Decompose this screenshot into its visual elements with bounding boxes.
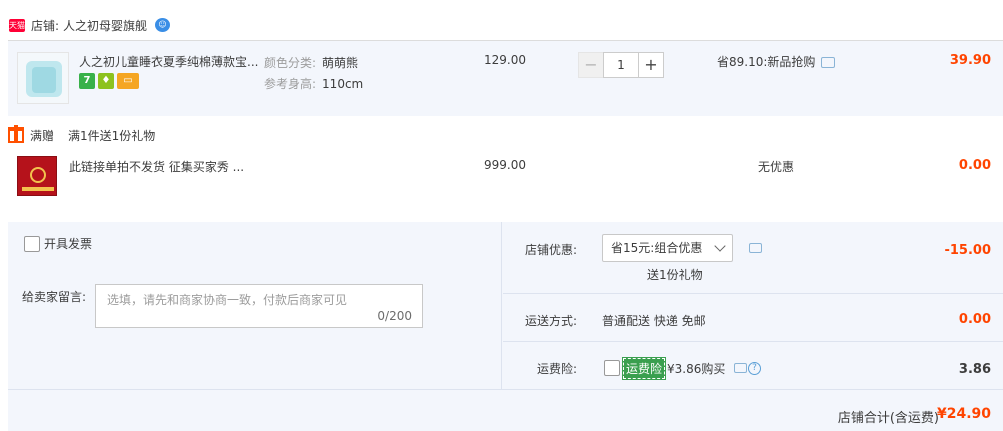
- shop-total-row: 店铺合计(含运费) ¥24.90: [8, 389, 1003, 431]
- item-promo: 省89.10:新品抢购: [717, 53, 836, 70]
- chevron-down-icon: [714, 240, 726, 252]
- shipping-label: 运送方式:: [524, 314, 577, 328]
- shop-name-link[interactable]: 人之初母婴旗舰: [63, 17, 147, 34]
- gift-promo-bar: 满赠 满1件送1份礼物: [8, 125, 155, 145]
- insurance-checkbox[interactable]: [604, 360, 620, 376]
- seller-message-textarea[interactable]: 选填，请先和商家协商一致，付款后商家可见 0/200: [95, 284, 423, 328]
- help-icon[interactable]: ?: [748, 362, 761, 375]
- invoice-checkbox[interactable]: [24, 235, 40, 252]
- shop-label: 店铺:: [31, 18, 60, 33]
- chat-seller-icon[interactable]: ☺: [155, 18, 171, 32]
- tmall-icon: 天猫: [9, 18, 25, 32]
- product-thumbnail[interactable]: [17, 52, 69, 104]
- insurance-value: 3.86: [958, 362, 991, 377]
- item-subtotal: 39.90: [949, 53, 991, 68]
- decrease-quantity-button[interactable]: −: [578, 52, 604, 78]
- seven-day-return-icon[interactable]: 7: [79, 73, 95, 89]
- sku-color-value: 萌萌熊: [322, 56, 359, 70]
- insurance-price: ¥3.86购买: [667, 362, 726, 376]
- promo-detail-icon[interactable]: [821, 57, 836, 68]
- insurance-label: 运费险:: [536, 362, 577, 376]
- item-promo: 无优惠: [758, 160, 795, 174]
- sku-color-label: 颜色分类:: [264, 56, 317, 70]
- sku-height-value: 110cm: [322, 77, 364, 91]
- invoice-option[interactable]: 开具发票: [24, 235, 92, 252]
- message-char-count: 0/200: [377, 309, 412, 323]
- gift-desc: 满1件送1份礼物: [68, 128, 156, 143]
- service-icons: 7 ♦ ▭: [79, 73, 139, 89]
- cart-item-row: 此链接单拍不发货 征集买家秀 ... 999.00 无优惠 0.00: [8, 148, 1003, 220]
- promo-text: 省89.10:新品抢购: [717, 55, 816, 69]
- sku-info: 颜色分类: 萌萌熊 参考身高: 110cm: [264, 53, 363, 95]
- credit-card-icon[interactable]: ▭: [117, 73, 139, 89]
- insurance-tag: 运费险: [621, 357, 667, 380]
- shipping-insurance-row: 运费险: 运费险 ¥3.86购买 ? 3.86: [503, 342, 1003, 389]
- shop-discount-value: -15.00: [944, 243, 991, 258]
- increase-quantity-button[interactable]: +: [638, 52, 664, 78]
- discount-info-icon[interactable]: [749, 243, 762, 253]
- quantity-input[interactable]: 1: [603, 52, 639, 78]
- invoice-label[interactable]: 开具发票: [44, 235, 92, 252]
- shop-discount-gift: 送1份礼物: [647, 268, 703, 282]
- shop-discount-select[interactable]: 省15元:组合优惠: [602, 234, 733, 262]
- unit-price: 129.00: [484, 53, 526, 67]
- sku-height-label: 参考身高:: [264, 77, 317, 91]
- message-label: 给卖家留言:: [22, 290, 87, 304]
- quantity-stepper: − 1 +: [578, 52, 664, 78]
- footer-left-panel: 开具发票 给卖家留言: 选填，请先和商家协商一致，付款后商家可见 0/200: [8, 222, 502, 389]
- shipping-row: 运送方式: 普通配送 快递 免邮 0.00: [503, 294, 1003, 342]
- order-footer: 开具发票 给卖家留言: 选填，请先和商家协商一致，付款后商家可见 0/200 店…: [8, 222, 1003, 431]
- product-thumbnail[interactable]: [17, 156, 57, 196]
- product-title-link[interactable]: 此链接单拍不发货 征集买家秀 ...: [69, 158, 244, 175]
- gift-icon: [8, 125, 24, 143]
- gift-type: 满赠: [30, 128, 55, 143]
- shop-discount-label: 店铺优惠:: [524, 243, 577, 257]
- shop-discount-selected: 省15元:组合优惠: [611, 241, 703, 255]
- shop-header: 天猫 店铺: 人之初母婴旗舰 ☺: [0, 12, 1003, 38]
- cart-item-row: 人之初儿童睡衣夏季纯棉薄款宝... 7 ♦ ▭ 颜色分类: 萌萌熊 参考身高: 11…: [8, 41, 1003, 116]
- product-title-link[interactable]: 人之初儿童睡衣夏季纯棉薄款宝...: [79, 53, 259, 70]
- shipping-value: 0.00: [958, 312, 991, 327]
- shop-discount-row: 店铺优惠: 省15元:组合优惠 送1份礼物 -15.00: [503, 222, 1003, 294]
- guarantee-icon[interactable]: ♦: [98, 73, 114, 89]
- footer-right-panel: 店铺优惠: 省15元:组合优惠 送1份礼物 -15.00 运送方式: 普通配送 …: [503, 222, 1003, 389]
- shop-total-label: 店铺合计(含运费): [837, 411, 939, 426]
- item-subtotal: 0.00: [958, 158, 991, 173]
- shop-total-value: ¥24.90: [936, 406, 991, 422]
- message-placeholder: 选填，请先和商家协商一致，付款后商家可见: [107, 293, 348, 307]
- unit-price: 999.00: [484, 158, 526, 172]
- insurance-chat-icon[interactable]: [734, 363, 747, 373]
- shipping-method: 普通配送 快递 免邮: [602, 314, 706, 328]
